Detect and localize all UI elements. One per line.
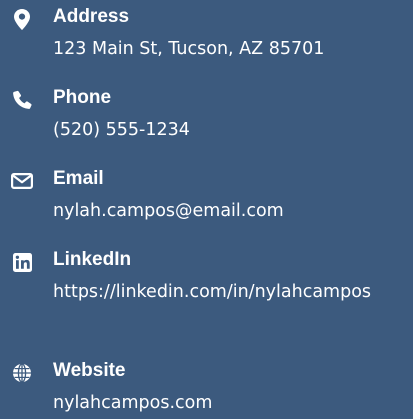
linkedin-icon	[9, 251, 35, 273]
linkedin-label: LinkedIn	[53, 249, 132, 270]
phone-label: Phone	[53, 87, 112, 108]
website-link[interactable]: nylahcampos.com	[53, 389, 398, 417]
globe-icon	[9, 362, 35, 384]
email-label: Email	[53, 168, 104, 189]
address-label: Address	[53, 6, 130, 27]
map-marker-icon	[9, 8, 35, 30]
contact-item-email: Email nylah.campos@email.com	[0, 167, 413, 227]
contact-item-phone: Phone (520) 555-1234	[0, 86, 413, 146]
email-link[interactable]: nylah.campos@email.com	[53, 197, 398, 225]
contact-item-website: Website nylahcampos.com	[0, 359, 413, 419]
envelope-icon	[9, 170, 35, 192]
contact-item-linkedin: LinkedIn https://linkedin.com/in/nylahca…	[0, 248, 413, 338]
contact-item-address: Address 123 Main St, Tucson, AZ 85701	[0, 5, 413, 70]
address-value: 123 Main St, Tucson, AZ 85701	[53, 39, 325, 59]
phone-link[interactable]: (520) 555-1234	[53, 116, 398, 144]
contact-panel: Address 123 Main St, Tucson, AZ 85701 Ph…	[0, 0, 413, 419]
linkedin-link[interactable]: https://linkedin.com/in/nylahcampos	[53, 278, 398, 306]
phone-icon	[9, 89, 35, 111]
website-label: Website	[53, 360, 126, 381]
